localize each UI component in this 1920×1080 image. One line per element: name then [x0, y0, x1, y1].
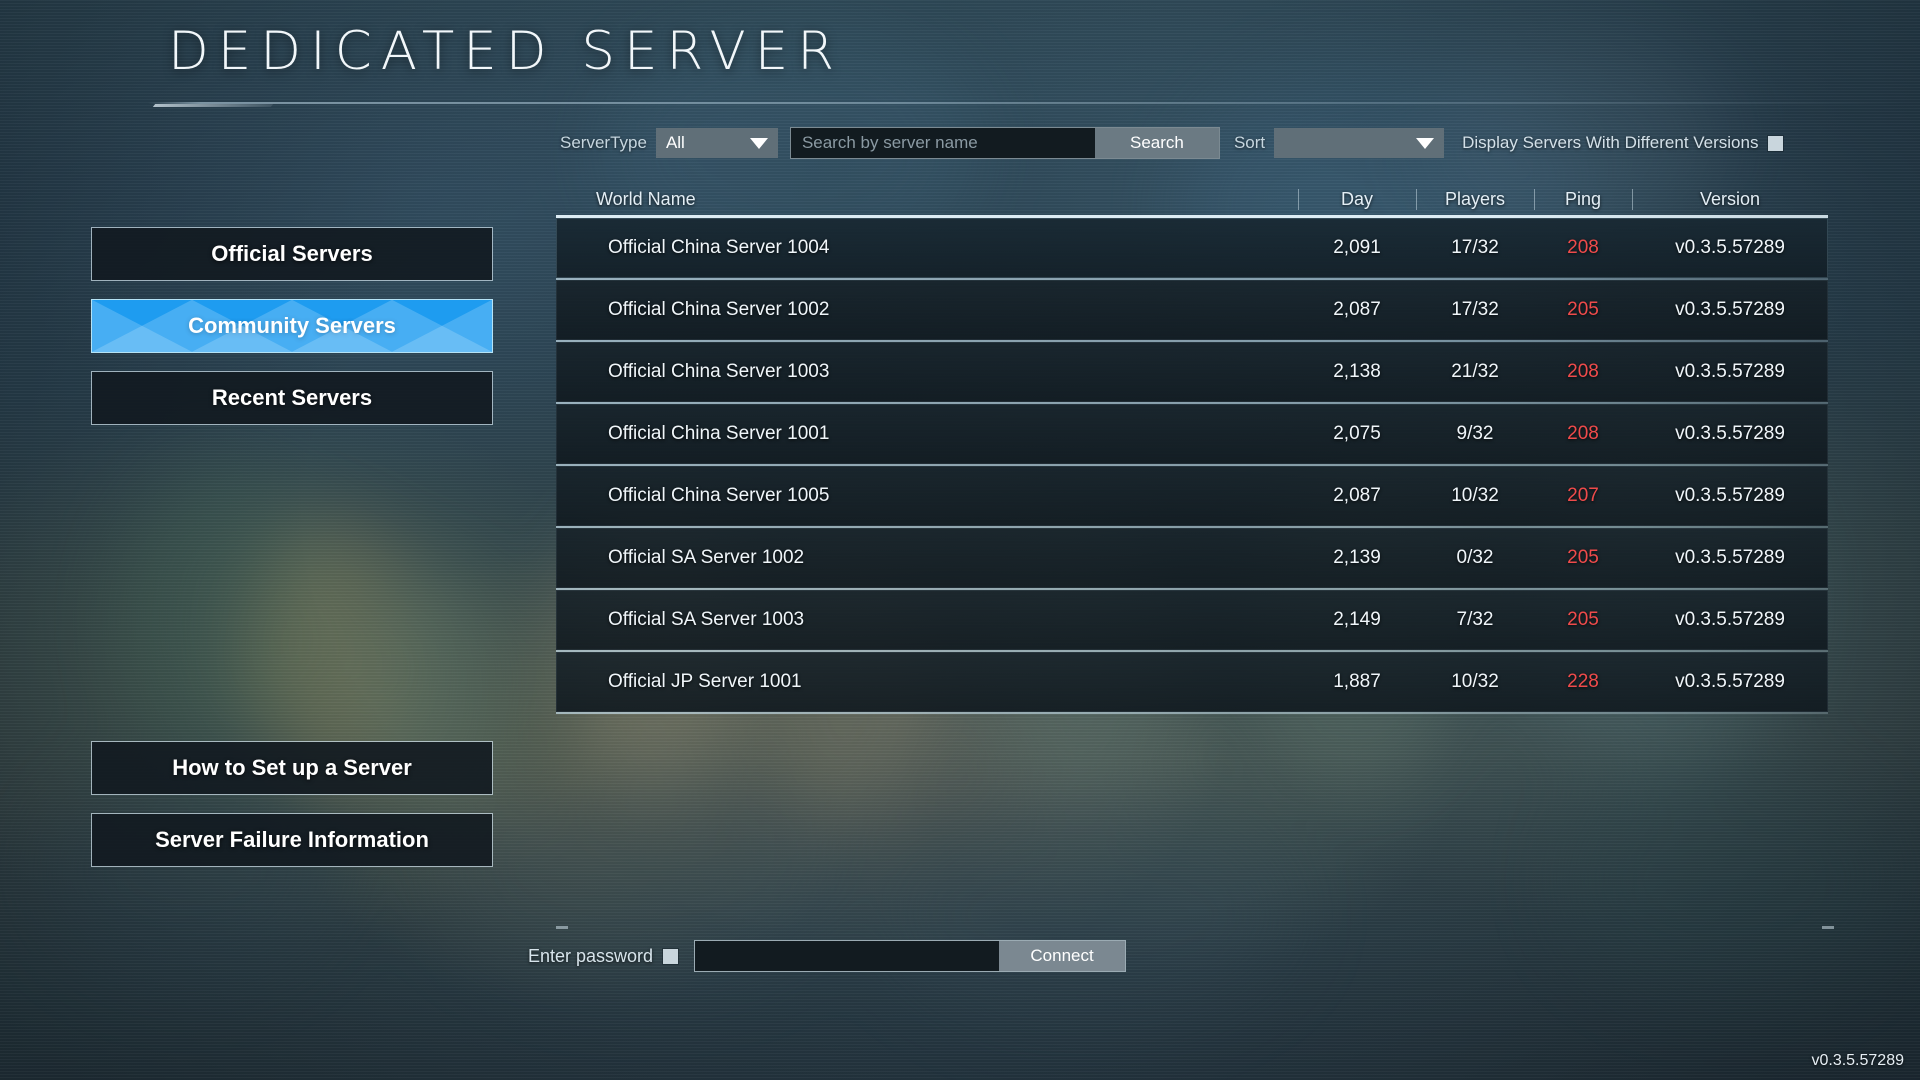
table-header-row: World Name Day Players Ping Version — [556, 180, 1828, 218]
enter-password-checkbox[interactable] — [663, 948, 679, 964]
ping-cell: 208 — [1567, 361, 1599, 382]
ping-cell: 205 — [1567, 609, 1599, 630]
players-cell: 10/32 — [1451, 671, 1499, 692]
selection-bracket-icon — [92, 337, 107, 352]
players-cell: 10/32 — [1451, 485, 1499, 506]
page-title: DEDICATED SERVER — [168, 21, 844, 82]
title-divider — [148, 101, 1908, 109]
search-input[interactable] — [789, 127, 1095, 159]
search-box: Search — [789, 127, 1220, 159]
sidebar-item-community-servers[interactable]: Community Servers — [92, 300, 492, 352]
connect-bar: Enter password Connect — [528, 940, 1127, 972]
sidebar-item-recent-servers[interactable]: Recent Servers — [92, 372, 492, 424]
day-cell: 2,138 — [1333, 361, 1381, 382]
server-name-cell: Official JP Server 1001 — [608, 671, 802, 692]
sidebar-item-label: Community Servers — [188, 313, 396, 338]
ping-cell: 205 — [1567, 299, 1599, 320]
server-name-cell: Official China Server 1005 — [608, 485, 830, 506]
table-row[interactable]: Official JP Server 1001 1,887 10/32 228 v0.3… — [556, 652, 1828, 714]
footer-tick-right — [1822, 926, 1834, 929]
table-row[interactable]: Official China Server 1002 2,087 17/32 205 v… — [556, 280, 1828, 342]
server-name-cell: Official China Server 1002 — [608, 299, 830, 320]
search-button[interactable]: Search — [1094, 128, 1219, 158]
server-list-table: World Name Day Players Ping Version Offi… — [556, 180, 1828, 714]
day-cell: 2,091 — [1333, 237, 1381, 258]
dedicated-server-screen: DEDICATED SERVER ServerType All Search S… — [0, 0, 1920, 1080]
chevron-down-icon — [749, 137, 768, 149]
version-cell: v0.3.5.57289 — [1675, 237, 1785, 258]
how-to-setup-server-label: How to Set up a Server — [172, 755, 412, 780]
day-cell: 2,087 — [1333, 299, 1381, 320]
how-to-setup-server-button[interactable]: How to Set up a Server — [92, 742, 492, 794]
day-cell: 2,139 — [1333, 547, 1381, 568]
table-row[interactable]: Official China Server 1004 2,091 17/32 208 v… — [556, 218, 1828, 280]
server-type-dropdown[interactable]: All — [655, 128, 778, 158]
ping-cell: 228 — [1567, 671, 1599, 692]
players-cell: 17/32 — [1451, 299, 1499, 320]
server-name-cell: Official SA Server 1003 — [608, 609, 805, 630]
chevron-down-icon — [1416, 137, 1435, 149]
password-box: Connect — [694, 940, 1127, 972]
version-cell: v0.3.5.57289 — [1675, 299, 1785, 320]
column-header-world-name[interactable]: World Name — [556, 189, 1298, 210]
table-body: Official China Server 1004 2,091 17/32 208 v… — [556, 218, 1828, 714]
password-input[interactable] — [694, 940, 1000, 972]
ping-cell: 207 — [1567, 485, 1599, 506]
version-cell: v0.3.5.57289 — [1675, 423, 1785, 444]
sidebar-item-label: Official Servers — [211, 241, 373, 266]
page-title-wrap: DEDICATED SERVER — [168, 24, 843, 80]
players-cell: 17/32 — [1451, 237, 1499, 258]
filter-toolbar: ServerType All Search Sort Display Serve… — [560, 127, 1784, 159]
footer-tick-left — [556, 926, 568, 929]
version-cell: v0.3.5.57289 — [1675, 671, 1785, 692]
day-cell: 2,087 — [1333, 485, 1381, 506]
players-cell: 7/32 — [1456, 609, 1494, 630]
selection-bracket-icon — [92, 300, 107, 315]
version-cell: v0.3.5.57289 — [1675, 547, 1785, 568]
table-row[interactable]: Official China Server 1001 2,075 9/32 208 v0… — [556, 404, 1828, 466]
ping-cell: 205 — [1567, 547, 1599, 568]
table-row[interactable]: Official SA Server 1002 2,139 0/32 205 v0.3.… — [556, 528, 1828, 590]
enter-password-label: Enter password — [528, 945, 654, 966]
server-type-label: ServerType — [560, 133, 647, 152]
different-versions-label: Display Servers With Different Versions — [1462, 133, 1759, 152]
selection-bracket-icon — [477, 300, 492, 315]
ping-cell: 208 — [1567, 237, 1599, 258]
table-row[interactable]: Official China Server 1003 2,138 21/32 208 v… — [556, 342, 1828, 404]
players-cell: 0/32 — [1456, 547, 1494, 568]
column-header-players[interactable]: Players — [1416, 189, 1534, 210]
ping-cell: 208 — [1567, 423, 1599, 444]
connect-button[interactable]: Connect — [999, 941, 1126, 971]
version-cell: v0.3.5.57289 — [1675, 361, 1785, 382]
server-failure-information-label: Server Failure Information — [155, 827, 429, 852]
selection-bracket-icon — [477, 337, 492, 352]
build-version-label: v0.3.5.57289 — [1811, 1052, 1904, 1069]
server-name-cell: Official SA Server 1002 — [608, 547, 805, 568]
server-failure-information-button[interactable]: Server Failure Information — [92, 814, 492, 866]
different-versions-checkbox[interactable] — [1768, 135, 1784, 151]
day-cell: 1,887 — [1333, 671, 1381, 692]
players-cell: 9/32 — [1456, 423, 1494, 444]
column-header-day[interactable]: Day — [1298, 189, 1416, 210]
sidebar-item-official-servers[interactable]: Official Servers — [92, 228, 492, 280]
server-type-value: All — [665, 133, 685, 152]
column-header-version[interactable]: Version — [1632, 189, 1828, 210]
players-cell: 21/32 — [1451, 361, 1499, 382]
server-name-cell: Official China Server 1004 — [608, 237, 830, 258]
table-row[interactable]: Official SA Server 1003 2,149 7/32 205 v0.3.… — [556, 590, 1828, 652]
table-row[interactable]: Official China Server 1005 2,087 10/32 207 v… — [556, 466, 1828, 528]
server-name-cell: Official China Server 1001 — [608, 423, 830, 444]
day-cell: 2,075 — [1333, 423, 1381, 444]
day-cell: 2,149 — [1333, 609, 1381, 630]
server-name-cell: Official China Server 1003 — [608, 361, 830, 382]
sort-label: Sort — [1233, 133, 1266, 152]
version-cell: v0.3.5.57289 — [1675, 609, 1785, 630]
column-header-ping[interactable]: Ping — [1534, 189, 1632, 210]
sort-dropdown[interactable] — [1274, 128, 1445, 158]
sidebar-item-label: Recent Servers — [211, 385, 373, 410]
version-cell: v0.3.5.57289 — [1675, 485, 1785, 506]
